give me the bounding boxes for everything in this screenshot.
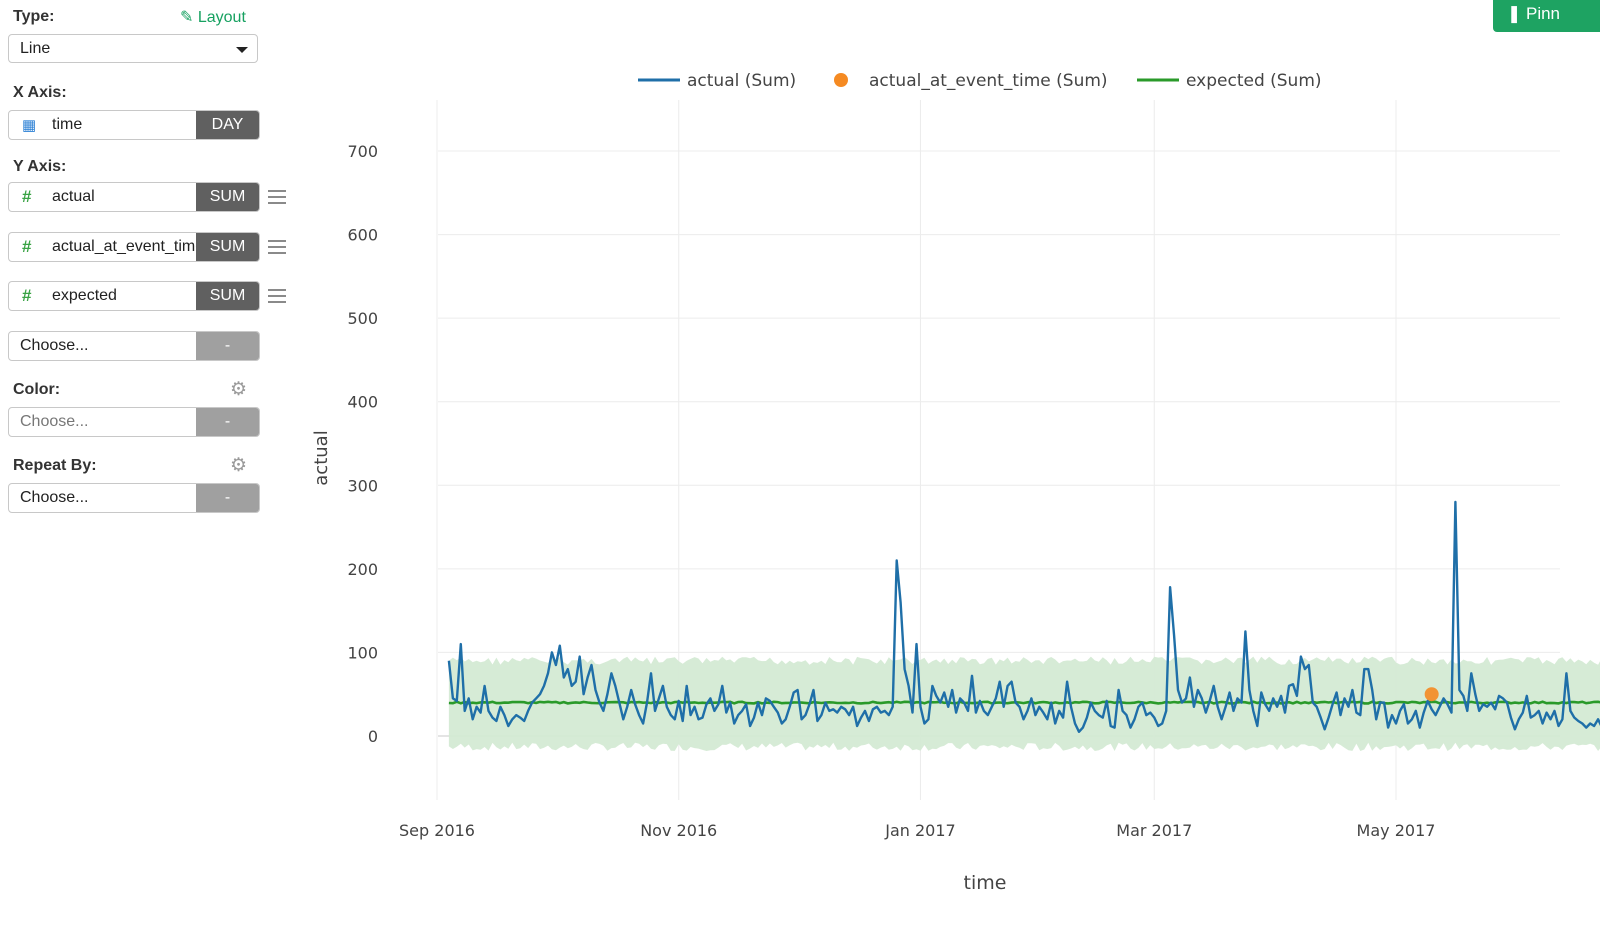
drag-handle-icon[interactable] xyxy=(268,240,286,254)
chart-type-value: Line xyxy=(20,40,51,57)
caret-down-icon xyxy=(236,47,248,53)
number-hash-icon: # xyxy=(22,286,32,305)
y-tick-label: 0 xyxy=(368,727,378,746)
number-hash-icon: # xyxy=(22,187,32,206)
repeat-placeholder: Choose... xyxy=(20,489,89,506)
repeat-agg-button[interactable]: - xyxy=(196,484,259,512)
x-tick-label: Nov 2016 xyxy=(640,821,717,840)
repeat-by-field[interactable]: Choose... - xyxy=(8,483,260,513)
calendar-icon: ▦ xyxy=(22,117,37,134)
y-add-placeholder: Choose... xyxy=(20,337,89,354)
color-agg-button[interactable]: - xyxy=(196,408,259,436)
color-field[interactable]: Choose... - xyxy=(8,407,260,437)
y-field-name: actual_at_event_time xyxy=(52,238,202,255)
layout-link-label: Layout xyxy=(197,9,246,26)
type-label: Type: xyxy=(13,8,55,25)
x-tick-label: Sep 2016 xyxy=(399,821,475,840)
drag-handle-icon[interactable] xyxy=(268,190,286,204)
actual-line xyxy=(447,500,1600,733)
y-field-actual-at-event-time[interactable]: # actual_at_event_time SUM xyxy=(8,232,260,262)
legend-event-label: actual_at_event_time (Sum) xyxy=(869,71,1108,91)
x-field-agg-button[interactable]: DAY xyxy=(196,111,259,139)
x-axis-title: time xyxy=(964,872,1007,894)
chart-config-sidebar: Type: ✎ Layout Line X Axis: ▦ time DAY Y… xyxy=(0,0,300,926)
color-placeholder: Choose... xyxy=(20,413,89,430)
x-axis-label: X Axis: xyxy=(13,84,67,101)
actual-at-event-time-marker xyxy=(1424,687,1439,702)
y-field-agg-button[interactable]: SUM xyxy=(196,233,259,261)
line-chart: 0 100 200 300 400 500 600 700 Sep 2016 Nov 2016 Ja… xyxy=(311,71,1600,894)
gear-icon[interactable]: ⚙ xyxy=(230,454,247,477)
y-axis-label: Y Axis: xyxy=(13,158,67,175)
gear-icon[interactable]: ⚙ xyxy=(230,378,247,401)
pencil-icon: ✎ xyxy=(180,9,194,26)
x-axis-field[interactable]: ▦ time DAY xyxy=(8,110,260,140)
repeat-by-label: Repeat By: xyxy=(13,457,97,474)
chart-area: 0 100 200 300 400 500 600 700 Sep 2016 Nov 2016 Ja… xyxy=(300,0,1600,926)
legend-actual-label: actual (Sum) xyxy=(687,71,796,91)
x-tick-label: Mar 2017 xyxy=(1116,821,1192,840)
number-hash-icon: # xyxy=(22,237,32,256)
x-tick-label: Jan 2017 xyxy=(884,821,955,840)
y-axis-title: actual xyxy=(311,430,332,485)
y-tick-label: 200 xyxy=(347,560,378,579)
drag-handle-icon[interactable] xyxy=(268,289,286,303)
x-tick-label: May 2017 xyxy=(1357,821,1436,840)
y-field-actual[interactable]: # actual SUM xyxy=(8,182,260,212)
y-field-name: actual xyxy=(52,188,95,205)
y-tick-label: 500 xyxy=(347,309,378,328)
y-field-agg-button[interactable]: SUM xyxy=(196,183,259,211)
color-label: Color: xyxy=(13,381,61,398)
y-field-expected[interactable]: # expected SUM xyxy=(8,281,260,311)
legend-event-swatch xyxy=(834,73,848,87)
chart-type-select[interactable]: Line xyxy=(8,34,258,63)
y-tick-label: 600 xyxy=(347,226,378,245)
legend-expected-label: expected (Sum) xyxy=(1186,71,1322,91)
layout-link[interactable]: ✎ Layout xyxy=(180,7,246,27)
x-field-name: time xyxy=(52,116,83,133)
y-tick-label: 100 xyxy=(347,643,378,662)
y-tick-label: 700 xyxy=(347,142,378,161)
y-field-name: expected xyxy=(52,287,117,304)
y-field-agg-button[interactable]: SUM xyxy=(196,282,259,310)
y-add-agg-button[interactable]: - xyxy=(196,332,259,360)
y-tick-label: 300 xyxy=(347,476,378,495)
y-tick-label: 400 xyxy=(347,393,378,412)
y-field-add[interactable]: Choose... - xyxy=(8,331,260,361)
